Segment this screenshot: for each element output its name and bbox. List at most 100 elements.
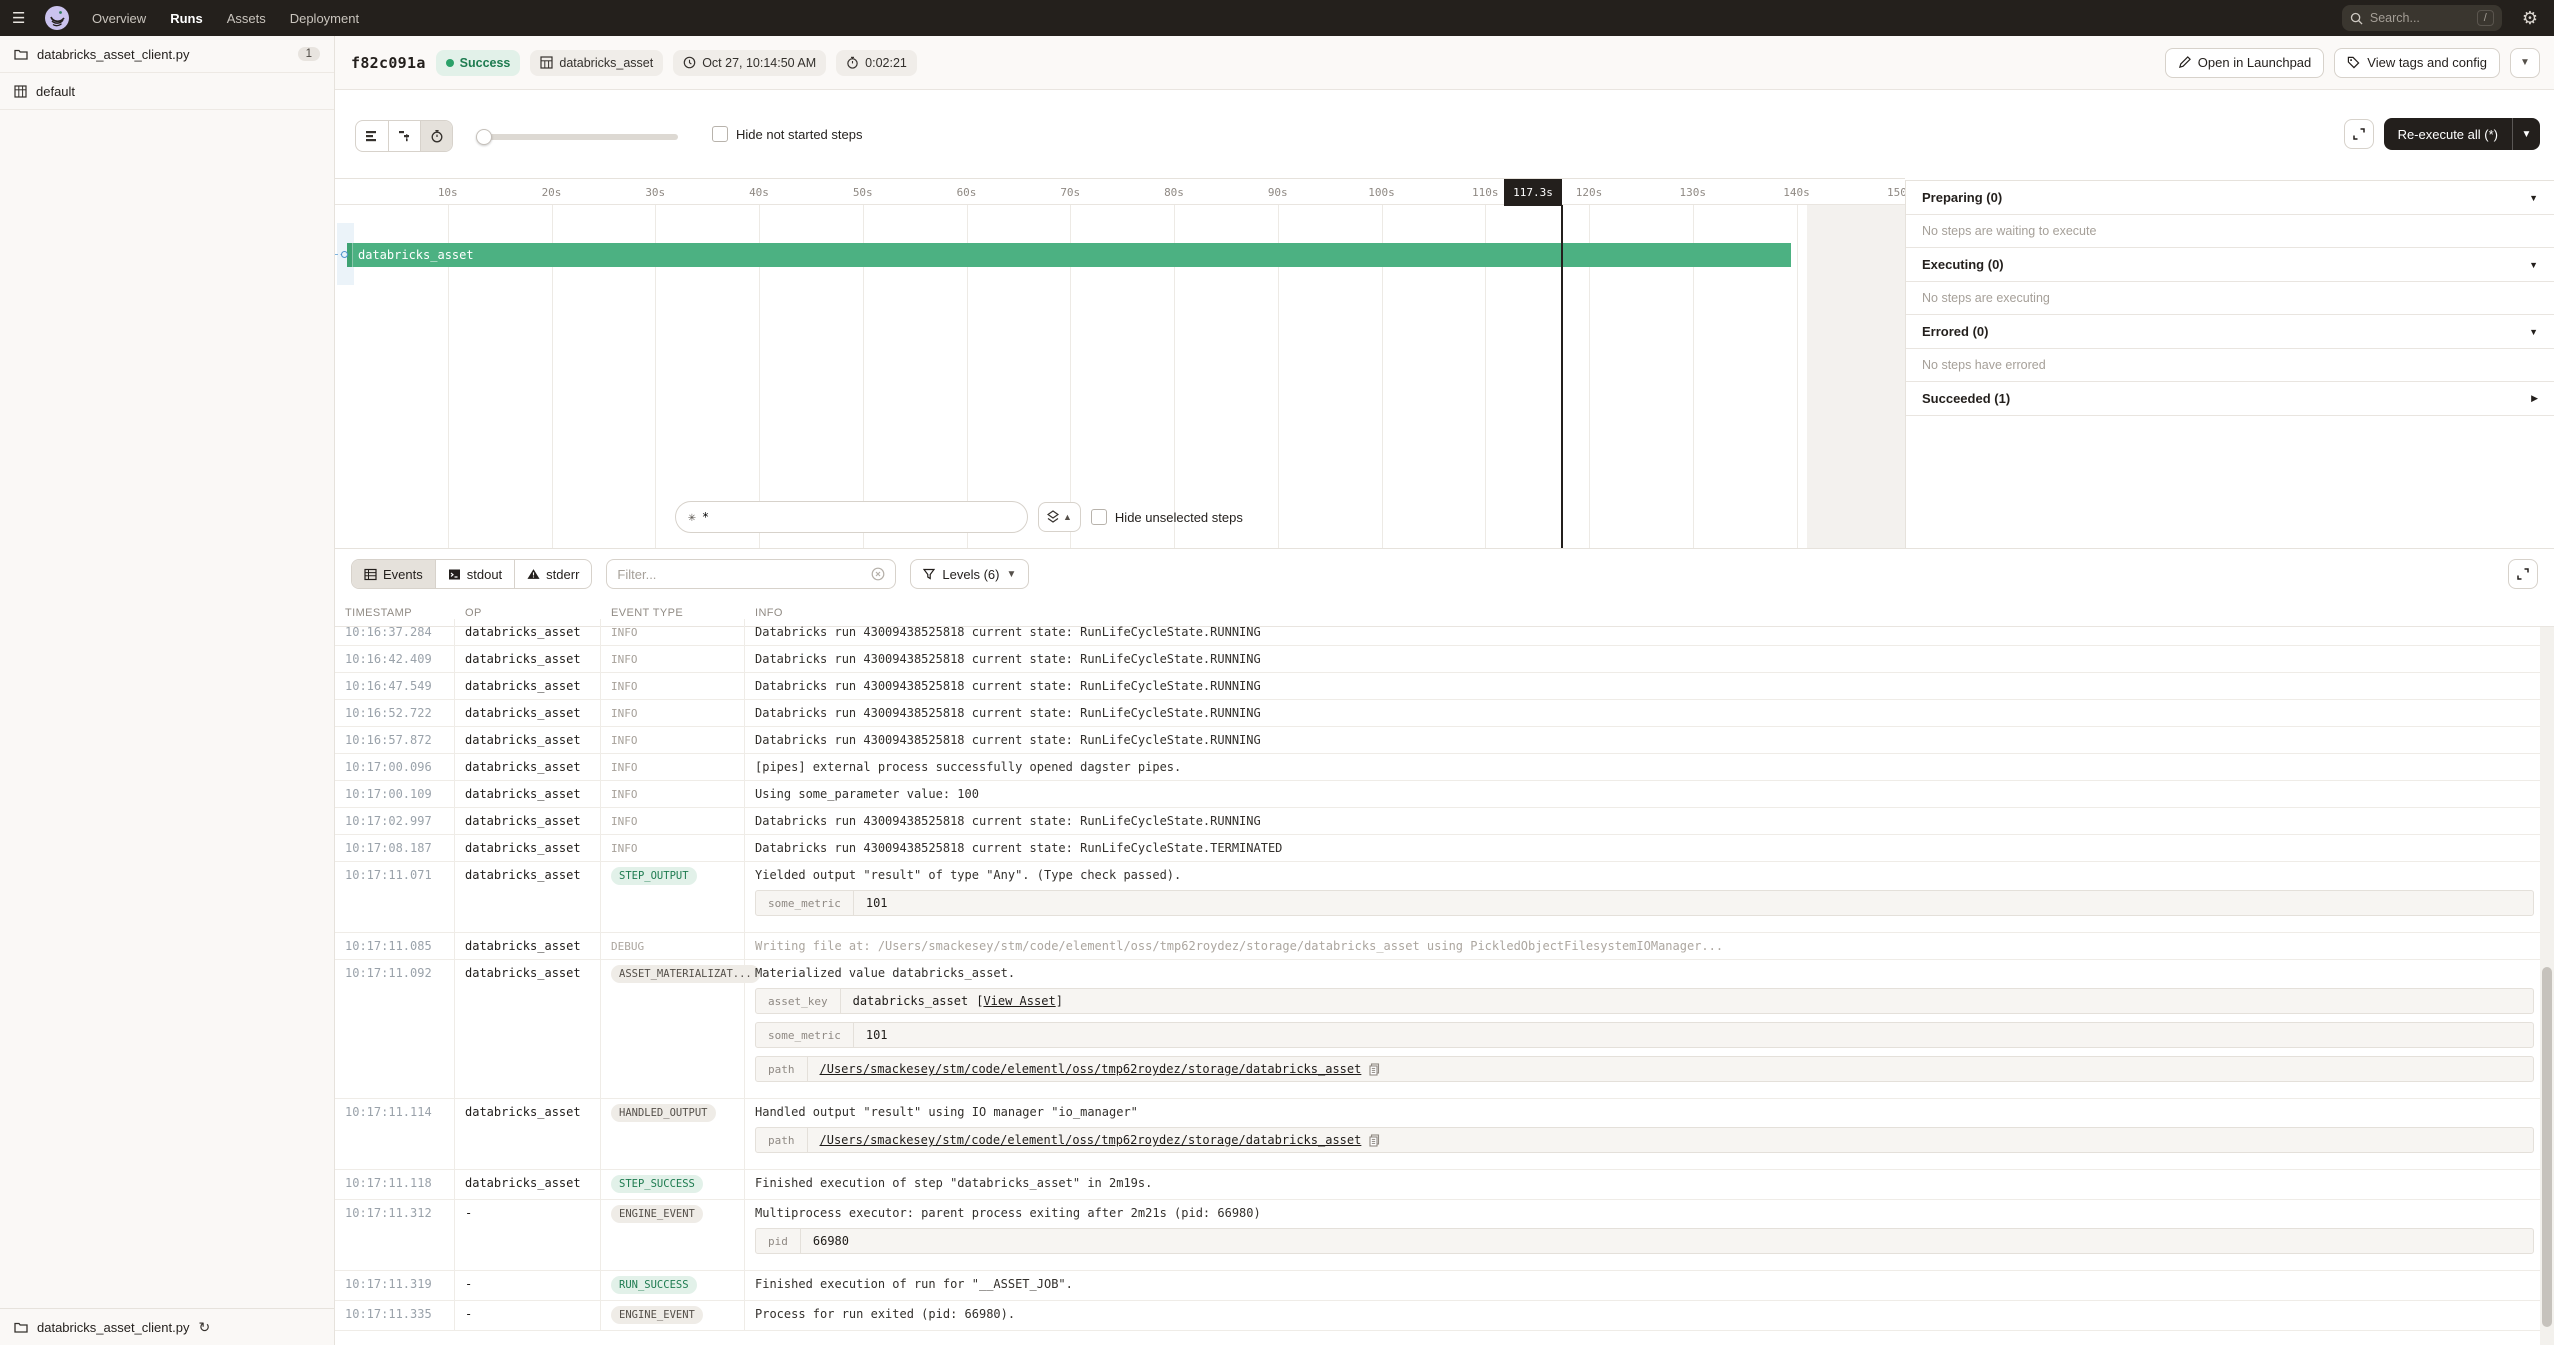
view-mode-waterfall-button[interactable]: [388, 121, 420, 151]
metadata-value: 101: [854, 891, 900, 915]
axis-tick-label: 70s: [1060, 186, 1080, 199]
log-timestamp-link[interactable]: 10:17:11.085: [335, 933, 455, 959]
log-timestamp-link[interactable]: 10:17:11.071: [335, 862, 455, 932]
step-section-header[interactable]: Succeeded (1)▶: [1906, 382, 2554, 416]
gantt-chart: 10s20s30s40s50s60s70s80s90s100s110s120s1…: [335, 178, 1905, 548]
gantt-fullscreen-button[interactable]: [2344, 119, 2374, 149]
gantt-body: ✳ ▲ Hide unselected steps: [335, 205, 1905, 548]
zoom-slider[interactable]: [478, 134, 678, 140]
log-scrollbar-track[interactable]: [2540, 627, 2554, 1345]
step-section-empty-text: No steps have errored: [1906, 349, 2554, 382]
event-metadata-entry: path/Users/smackesey/stm/code/elementl/o…: [755, 1127, 2534, 1153]
gantt-step-bar[interactable]: databricks_asset: [347, 243, 1791, 267]
search-input[interactable]: [2370, 11, 2460, 25]
run-actions-dropdown-button[interactable]: ▼: [2510, 48, 2540, 78]
reload-icon[interactable]: ↻: [198, 1319, 210, 1336]
gantt-cursor-line[interactable]: [1561, 205, 1563, 548]
step-graph-icon: ✳: [688, 510, 696, 525]
step-section-header[interactable]: Errored (0)▼: [1906, 315, 2554, 349]
log-event-row: 10:16:57.872databricks_assetINFODatabric…: [335, 727, 2554, 754]
log-event-row: 10:17:11.085databricks_assetDEBUGWriting…: [335, 933, 2554, 960]
log-tab-stdout[interactable]: stdout: [435, 560, 514, 588]
zoom-slider-knob[interactable]: [476, 129, 492, 145]
log-timestamp-link[interactable]: 10:17:11.114: [335, 1099, 455, 1169]
log-timestamp-link[interactable]: 10:17:11.118: [335, 1170, 455, 1199]
log-timestamp-link[interactable]: 10:16:37.284: [335, 619, 455, 645]
axis-grid-line: [1797, 205, 1798, 548]
log-op-cell: databricks_asset: [455, 1170, 601, 1199]
log-timestamp-link[interactable]: 10:16:57.872: [335, 727, 455, 753]
log-scrollbar-thumb[interactable]: [2542, 967, 2552, 1327]
event-metadata-entry: some_metric101: [755, 1022, 2534, 1048]
log-event-row: 10:17:11.071databricks_assetSTEP_OUTPUTY…: [335, 862, 2554, 933]
copy-icon[interactable]: [1369, 1134, 1380, 1147]
view-mode-flat-button[interactable]: [356, 121, 388, 151]
step-section-header[interactable]: Executing (0)▼: [1906, 248, 2554, 282]
folder-icon: [14, 48, 28, 60]
log-tab-stderr[interactable]: stderr: [514, 560, 591, 588]
nav-link-deployment[interactable]: Deployment: [290, 11, 359, 26]
event-type-badge: ASSET_MATERIALIZAT...: [611, 965, 760, 983]
log-event-type-cell: INFO: [601, 808, 745, 834]
step-section-header[interactable]: Preparing (0)▼: [1906, 181, 2554, 215]
log-info-message: [pipes] external process successfully op…: [755, 760, 2544, 774]
log-op-cell: databricks_asset: [455, 1099, 601, 1169]
axis-tick-label: 30s: [645, 186, 665, 199]
log-fullscreen-button[interactable]: [2508, 559, 2538, 589]
log-event-type-cell: INFO: [601, 619, 745, 645]
step-query-input[interactable]: [702, 510, 982, 524]
hide-not-started-checkbox[interactable]: [712, 126, 728, 142]
copy-icon[interactable]: [1369, 1063, 1380, 1076]
dagster-logo-icon[interactable]: [44, 5, 70, 31]
log-timestamp-link[interactable]: 10:16:42.409: [335, 646, 455, 672]
reexecute-dropdown-button[interactable]: ▼: [2512, 118, 2540, 150]
log-info-message: Materialized value databricks_asset.: [755, 966, 2544, 980]
log-op-cell: -: [455, 1200, 601, 1270]
log-info-cell: Using some_parameter value: 100: [745, 781, 2554, 807]
log-op-cell: databricks_asset: [455, 933, 601, 959]
clear-filter-icon[interactable]: [871, 567, 885, 581]
gear-icon[interactable]: ⚙: [2522, 9, 2538, 27]
log-event-row: 10:17:02.997databricks_assetINFODatabric…: [335, 808, 2554, 835]
view-tags-config-button[interactable]: View tags and config: [2334, 48, 2500, 78]
reexecute-all-button[interactable]: Re-execute all (*) ▼: [2384, 118, 2540, 150]
asset-tag[interactable]: databricks_asset: [530, 50, 663, 76]
metadata-path-link[interactable]: /Users/smackesey/stm/code/elementl/oss/t…: [820, 1133, 1362, 1147]
log-timestamp-link[interactable]: 10:17:00.096: [335, 754, 455, 780]
log-timestamp-link[interactable]: 10:17:00.109: [335, 781, 455, 807]
event-metadata-entry: pid66980: [755, 1228, 2534, 1254]
hamburger-menu-icon[interactable]: ☰: [12, 9, 36, 27]
log-timestamp-link[interactable]: 10:17:11.312: [335, 1200, 455, 1270]
step-filter-options-button[interactable]: ▲: [1038, 502, 1081, 532]
nav-link-assets[interactable]: Assets: [227, 11, 266, 26]
log-tab-events[interactable]: Events: [352, 560, 435, 588]
levels-dropdown-button[interactable]: Levels (6) ▼: [910, 559, 1029, 589]
log-timestamp-link[interactable]: 10:17:11.335: [335, 1301, 455, 1330]
nav-link-overview[interactable]: Overview: [92, 11, 146, 26]
log-timestamp-link[interactable]: 10:17:11.319: [335, 1271, 455, 1300]
log-event-row: 10:17:11.118databricks_assetSTEP_SUCCESS…: [335, 1170, 2554, 1200]
log-op-cell: databricks_asset: [455, 781, 601, 807]
sidebar-footer: databricks_asset_client.py ↻: [0, 1308, 334, 1345]
metadata-path-link[interactable]: /Users/smackesey/stm/code/elementl/oss/t…: [820, 1062, 1362, 1076]
hide-unselected-label: Hide unselected steps: [1115, 510, 1243, 525]
sidebar-item-code-file[interactable]: databricks_asset_client.py 1: [0, 36, 334, 73]
hide-unselected-checkbox[interactable]: [1091, 509, 1107, 525]
open-in-launchpad-button[interactable]: Open in Launchpad: [2165, 48, 2324, 78]
metadata-view-asset-link[interactable]: [View Asset]: [976, 994, 1063, 1008]
view-mode-timed-button[interactable]: [420, 121, 452, 151]
log-timestamp-link[interactable]: 10:17:11.092: [335, 960, 455, 1098]
log-timestamp-link[interactable]: 10:17:02.997: [335, 808, 455, 834]
nav-link-runs[interactable]: Runs: [170, 11, 203, 26]
chevron-right-icon: ▶: [2531, 393, 2538, 404]
log-info-cell: Databricks run 43009438525818 current st…: [745, 835, 2554, 861]
log-timestamp-link[interactable]: 10:16:52.722: [335, 700, 455, 726]
sidebar-item-default-group[interactable]: default: [0, 73, 334, 110]
global-search[interactable]: /: [2342, 5, 2502, 31]
log-info-message: Databricks run 43009438525818 current st…: [755, 706, 2544, 720]
log-filter-input[interactable]: [617, 567, 865, 582]
log-event-row: 10:17:11.335-ENGINE_EVENTProcess for run…: [335, 1301, 2554, 1331]
log-info-cell: Finished execution of step "databricks_a…: [745, 1170, 2554, 1199]
log-timestamp-link[interactable]: 10:17:08.187: [335, 835, 455, 861]
log-timestamp-link[interactable]: 10:16:47.549: [335, 673, 455, 699]
